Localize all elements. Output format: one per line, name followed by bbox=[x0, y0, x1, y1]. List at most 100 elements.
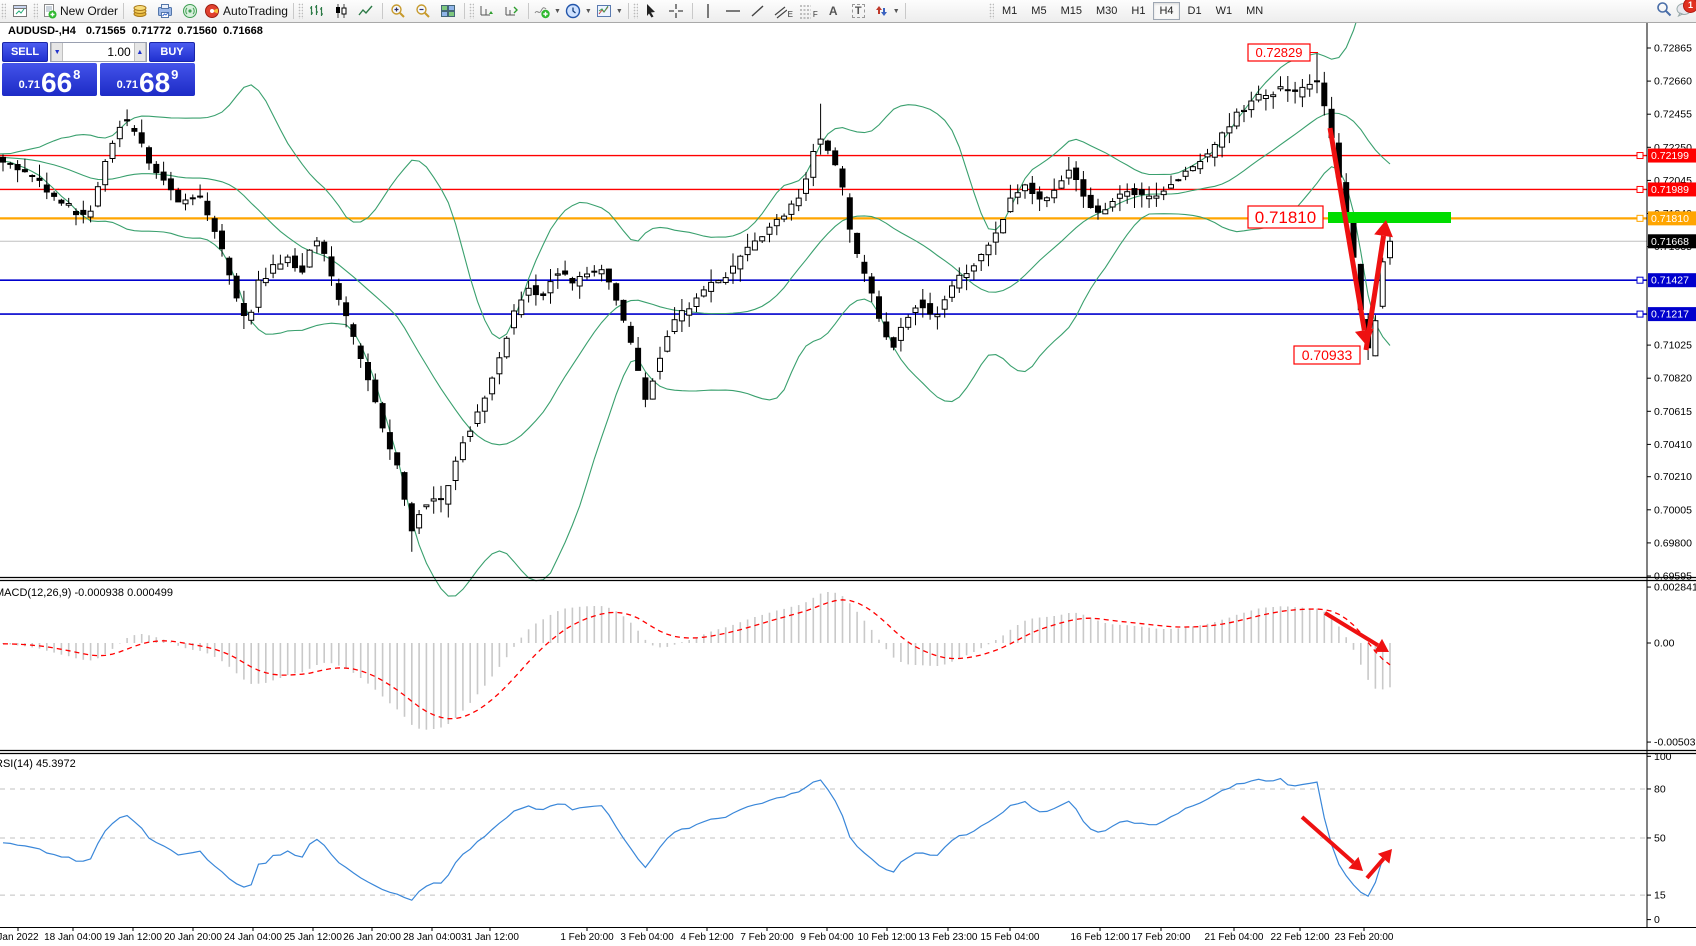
chart-window-icon[interactable] bbox=[7, 2, 32, 20]
axis-label: 15 bbox=[1654, 890, 1666, 902]
channel-glyph: E bbox=[788, 10, 793, 19]
add-indicator-icon bbox=[534, 3, 550, 19]
tf-button-W1[interactable]: W1 bbox=[1210, 2, 1239, 20]
trendline-button[interactable] bbox=[746, 2, 771, 20]
volume-decrease-button[interactable]: ▼ bbox=[51, 43, 63, 61]
auto-scroll-button[interactable] bbox=[475, 2, 500, 20]
candlestick-chart-button[interactable] bbox=[329, 2, 354, 20]
price-tag-text: 0.70933 bbox=[1302, 347, 1353, 363]
tf-button-M1[interactable]: M1 bbox=[996, 2, 1023, 20]
chart-shift-icon bbox=[504, 3, 520, 19]
buy-price-small: 0.71 bbox=[117, 79, 138, 91]
periods-button[interactable]: ▼ bbox=[563, 2, 594, 20]
fibonacci-button[interactable]: F bbox=[796, 2, 821, 20]
axis-label: 7 Feb 20:00 bbox=[740, 932, 794, 943]
toolbar-right: 1 bbox=[1656, 1, 1693, 17]
sell-price-sup: 8 bbox=[73, 67, 80, 82]
text-button[interactable]: A bbox=[821, 2, 846, 20]
price-tag-text: 0.72829 bbox=[1256, 45, 1303, 60]
tf-button-MN[interactable]: MN bbox=[1240, 2, 1269, 20]
chevron-down-icon[interactable]: ▼ bbox=[893, 8, 900, 15]
axis-label: 0.71427 bbox=[1651, 275, 1689, 287]
chevron-down-icon[interactable]: ▼ bbox=[554, 8, 561, 15]
axis-label: 0.71810 bbox=[1651, 213, 1689, 225]
axis-label: 23 Feb 20:00 bbox=[1335, 932, 1394, 943]
toolbar-separator bbox=[382, 3, 383, 19]
equidistant-channel-icon bbox=[774, 3, 787, 19]
indicators-button[interactable]: ▼ bbox=[532, 2, 563, 20]
axis-label: 18 Jan 04:00 bbox=[44, 932, 102, 943]
arrows-button[interactable]: ▼ bbox=[871, 2, 902, 20]
volume-input[interactable] bbox=[63, 43, 133, 61]
tf-button-H4[interactable]: H4 bbox=[1153, 2, 1179, 20]
line-chart-button[interactable] bbox=[354, 2, 379, 20]
cursor-button[interactable] bbox=[639, 2, 664, 20]
axis-label: Jan 2022 bbox=[0, 932, 39, 943]
zoom-in-icon bbox=[390, 3, 406, 19]
buy-button[interactable]: BUY bbox=[149, 42, 195, 62]
axis-label: 0.71668 bbox=[1651, 236, 1689, 248]
notifications-button[interactable]: 1 bbox=[1676, 2, 1693, 17]
text-label-button[interactable]: T bbox=[846, 2, 871, 20]
text-a-icon: A bbox=[829, 4, 838, 18]
axis-label: 20 Jan 20:00 bbox=[164, 932, 222, 943]
toolbar-grip[interactable] bbox=[469, 3, 474, 19]
templates-button[interactable]: ▼ bbox=[594, 2, 625, 20]
axis-label: -0.005032 bbox=[1654, 737, 1696, 749]
axis-label: 0.71025 bbox=[1654, 340, 1692, 352]
axis-label: 3 Feb 04:00 bbox=[620, 932, 674, 943]
hline-handle[interactable] bbox=[1637, 186, 1643, 192]
terminal-icon-button[interactable] bbox=[152, 2, 177, 20]
horizontal-line-icon bbox=[725, 3, 741, 19]
tile-windows-button[interactable] bbox=[436, 2, 461, 20]
sell-button[interactable]: SELL bbox=[2, 42, 48, 62]
axis-label: 25 Jan 12:00 bbox=[284, 932, 342, 943]
tf-button-H1[interactable]: H1 bbox=[1125, 2, 1151, 20]
toolbar-grip[interactable] bbox=[33, 3, 38, 19]
toolbar-grip[interactable] bbox=[298, 3, 303, 19]
signal-icon-button[interactable] bbox=[177, 2, 202, 20]
tf-button-M5[interactable]: M5 bbox=[1025, 2, 1052, 20]
zoom-in-button[interactable] bbox=[386, 2, 411, 20]
mt4-terminal: { "toolbar": { "new_order": "New Order",… bbox=[0, 0, 1696, 946]
volume-increase-button[interactable]: ▲ bbox=[134, 43, 146, 61]
toolbar-separator bbox=[628, 3, 629, 19]
hline-handle[interactable] bbox=[1637, 277, 1643, 283]
hline-handle[interactable] bbox=[1637, 215, 1643, 221]
deposit-icon-button[interactable] bbox=[127, 2, 152, 20]
hline-button[interactable] bbox=[721, 2, 746, 20]
template-icon bbox=[596, 3, 612, 19]
crosshair-button[interactable] bbox=[664, 2, 689, 20]
hline-handle[interactable] bbox=[1637, 153, 1643, 159]
channel-button[interactable]: E bbox=[771, 2, 796, 20]
axis-label: 50 bbox=[1654, 832, 1666, 844]
trendline-icon bbox=[750, 3, 766, 19]
tf-button-M15[interactable]: M15 bbox=[1055, 2, 1088, 20]
chart-canvas[interactable]: 0.728650.726600.724550.722500.720450.718… bbox=[0, 22, 1696, 946]
axis-label: 22 Feb 12:00 bbox=[1271, 932, 1330, 943]
chevron-down-icon[interactable]: ▼ bbox=[616, 8, 623, 15]
axis-label: 13 Feb 23:00 bbox=[919, 932, 978, 943]
tf-button-D1[interactable]: D1 bbox=[1182, 2, 1208, 20]
toolbar-grip[interactable] bbox=[1, 3, 6, 19]
tf-button-M30[interactable]: M30 bbox=[1090, 2, 1123, 20]
vline-button[interactable] bbox=[696, 2, 721, 20]
buy-price-box[interactable]: 0.71 68 9 bbox=[100, 63, 195, 96]
price-tag-text: 0.71810 bbox=[1255, 208, 1316, 227]
bar-chart-button[interactable] bbox=[304, 2, 329, 20]
chevron-down-icon[interactable]: ▼ bbox=[585, 8, 592, 15]
quote-close: 0.71668 bbox=[223, 25, 263, 37]
search-icon[interactable] bbox=[1656, 1, 1672, 17]
autotrading-button[interactable]: AutoTrading bbox=[202, 2, 290, 20]
hline-handle[interactable] bbox=[1637, 311, 1643, 317]
axis-label: 21 Feb 04:00 bbox=[1205, 932, 1264, 943]
sell-price-box[interactable]: 0.71 66 8 bbox=[2, 63, 97, 96]
new-order-button[interactable]: New Order bbox=[39, 2, 120, 20]
axis-label: 0.72199 bbox=[1651, 150, 1689, 162]
zoom-out-button[interactable] bbox=[411, 2, 436, 20]
toolbar-grip[interactable] bbox=[989, 3, 994, 19]
axis-label: 80 bbox=[1654, 783, 1666, 795]
bar-chart-icon bbox=[308, 3, 324, 19]
toolbar-grip[interactable] bbox=[633, 3, 638, 19]
chart-shift-button[interactable] bbox=[500, 2, 525, 20]
